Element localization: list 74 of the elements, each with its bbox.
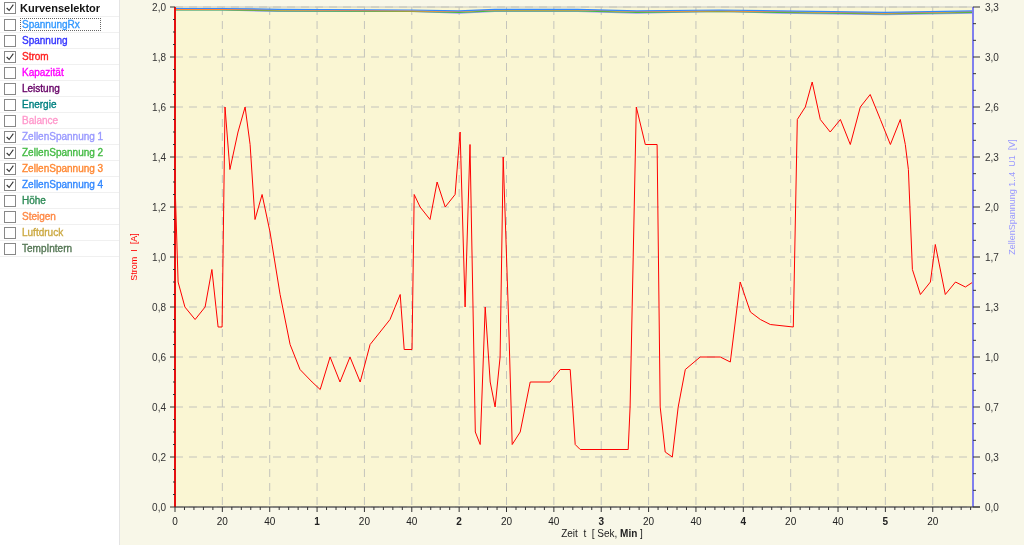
- tick-label: 40: [264, 516, 276, 527]
- tick-label: 0,6: [152, 352, 166, 363]
- curve-label[interactable]: TempIntern: [20, 242, 75, 255]
- tick-label: 2,3: [985, 152, 999, 163]
- curve-label[interactable]: SpannungRx: [20, 18, 101, 31]
- checkbox[interactable]: [4, 226, 16, 239]
- tick-label: 0,2: [152, 452, 166, 463]
- checkbox[interactable]: [4, 178, 16, 191]
- checkbox[interactable]: [4, 2, 16, 14]
- checkbox[interactable]: [4, 34, 16, 47]
- tick-label: 2,0: [985, 202, 999, 213]
- curve-label[interactable]: ZellenSpannung 1: [20, 130, 106, 143]
- tick-label: 20: [927, 516, 939, 527]
- checkbox[interactable]: [4, 194, 16, 207]
- tick-label: 20: [216, 516, 228, 527]
- checkbox[interactable]: [4, 82, 16, 95]
- tick-label: 0,0: [985, 502, 999, 513]
- panel-title: Kurvenselektor: [20, 2, 101, 14]
- tick-label: 1,6: [152, 102, 166, 113]
- curve-label[interactable]: Strom: [20, 50, 51, 63]
- tick-label: 0,0: [152, 502, 166, 513]
- curve-label[interactable]: Steigen: [20, 210, 58, 223]
- curve-label[interactable]: Kapazität: [20, 66, 66, 79]
- tick-label: 3,3: [985, 2, 999, 13]
- curve-label[interactable]: ZellenSpannung 2: [20, 146, 106, 159]
- tick-label: 40: [406, 516, 418, 527]
- checkbox[interactable]: [4, 162, 16, 175]
- curve-label[interactable]: ZellenSpannung 3: [20, 162, 106, 175]
- curve-label[interactable]: ZellenSpannung 4: [20, 178, 106, 191]
- tick-label: 1,3: [985, 302, 999, 313]
- tick-label: 20: [785, 516, 797, 527]
- checkbox[interactable]: [4, 242, 16, 255]
- tick-label: 40: [548, 516, 560, 527]
- tick-label: 4: [740, 516, 747, 527]
- tick-label: 1: [314, 516, 320, 527]
- curve-label[interactable]: Energie: [20, 98, 59, 111]
- tick-label: 2,0: [152, 2, 166, 13]
- tick-label: 20: [643, 516, 655, 527]
- checkbox[interactable]: [4, 146, 16, 159]
- checkbox[interactable]: [4, 66, 16, 79]
- tick-label: 2: [456, 516, 462, 527]
- tick-label: 40: [690, 516, 702, 527]
- tick-label: 1,0: [152, 252, 166, 263]
- tick-label: 0,7: [985, 402, 999, 413]
- curve-label[interactable]: Luftdruck: [20, 226, 66, 239]
- tick-label: 40: [832, 516, 844, 527]
- tick-label: 3,0: [985, 52, 999, 63]
- checkbox[interactable]: [4, 50, 16, 63]
- tick-label: 3: [598, 516, 604, 527]
- tick-label: 1,8: [152, 52, 166, 63]
- tick-label: 2,6: [985, 102, 999, 113]
- tick-label: 0,3: [985, 452, 999, 463]
- tick-label: 0,8: [152, 302, 166, 313]
- tick-label: 0,4: [152, 402, 166, 413]
- axis-title: ZellenSpannung 1..4 U1 [V]: [1007, 139, 1017, 255]
- tick-label: 5: [882, 516, 889, 527]
- curve-label[interactable]: Spannung: [20, 34, 70, 47]
- curve-label[interactable]: Leistung: [20, 82, 62, 95]
- tick-label: 1,7: [985, 252, 999, 263]
- checkbox[interactable]: [4, 210, 16, 223]
- axis-title: Zeit t [ Sek, Min ]: [561, 528, 643, 539]
- checkbox[interactable]: [4, 18, 16, 31]
- tick-label: 20: [500, 516, 513, 527]
- tick-label: 1,0: [985, 352, 999, 363]
- tick-label: 20: [358, 516, 370, 527]
- checkbox[interactable]: [4, 114, 16, 127]
- tick-label: 0: [172, 516, 178, 527]
- tick-label: 1,2: [152, 202, 166, 213]
- axis-title: Strom I [A]: [129, 233, 139, 281]
- curve-label[interactable]: Balance: [20, 114, 61, 127]
- checkbox[interactable]: [4, 98, 16, 111]
- curve-label[interactable]: Höhe: [20, 194, 48, 207]
- tick-label: 1,4: [152, 152, 166, 163]
- checkbox[interactable]: [4, 130, 16, 143]
